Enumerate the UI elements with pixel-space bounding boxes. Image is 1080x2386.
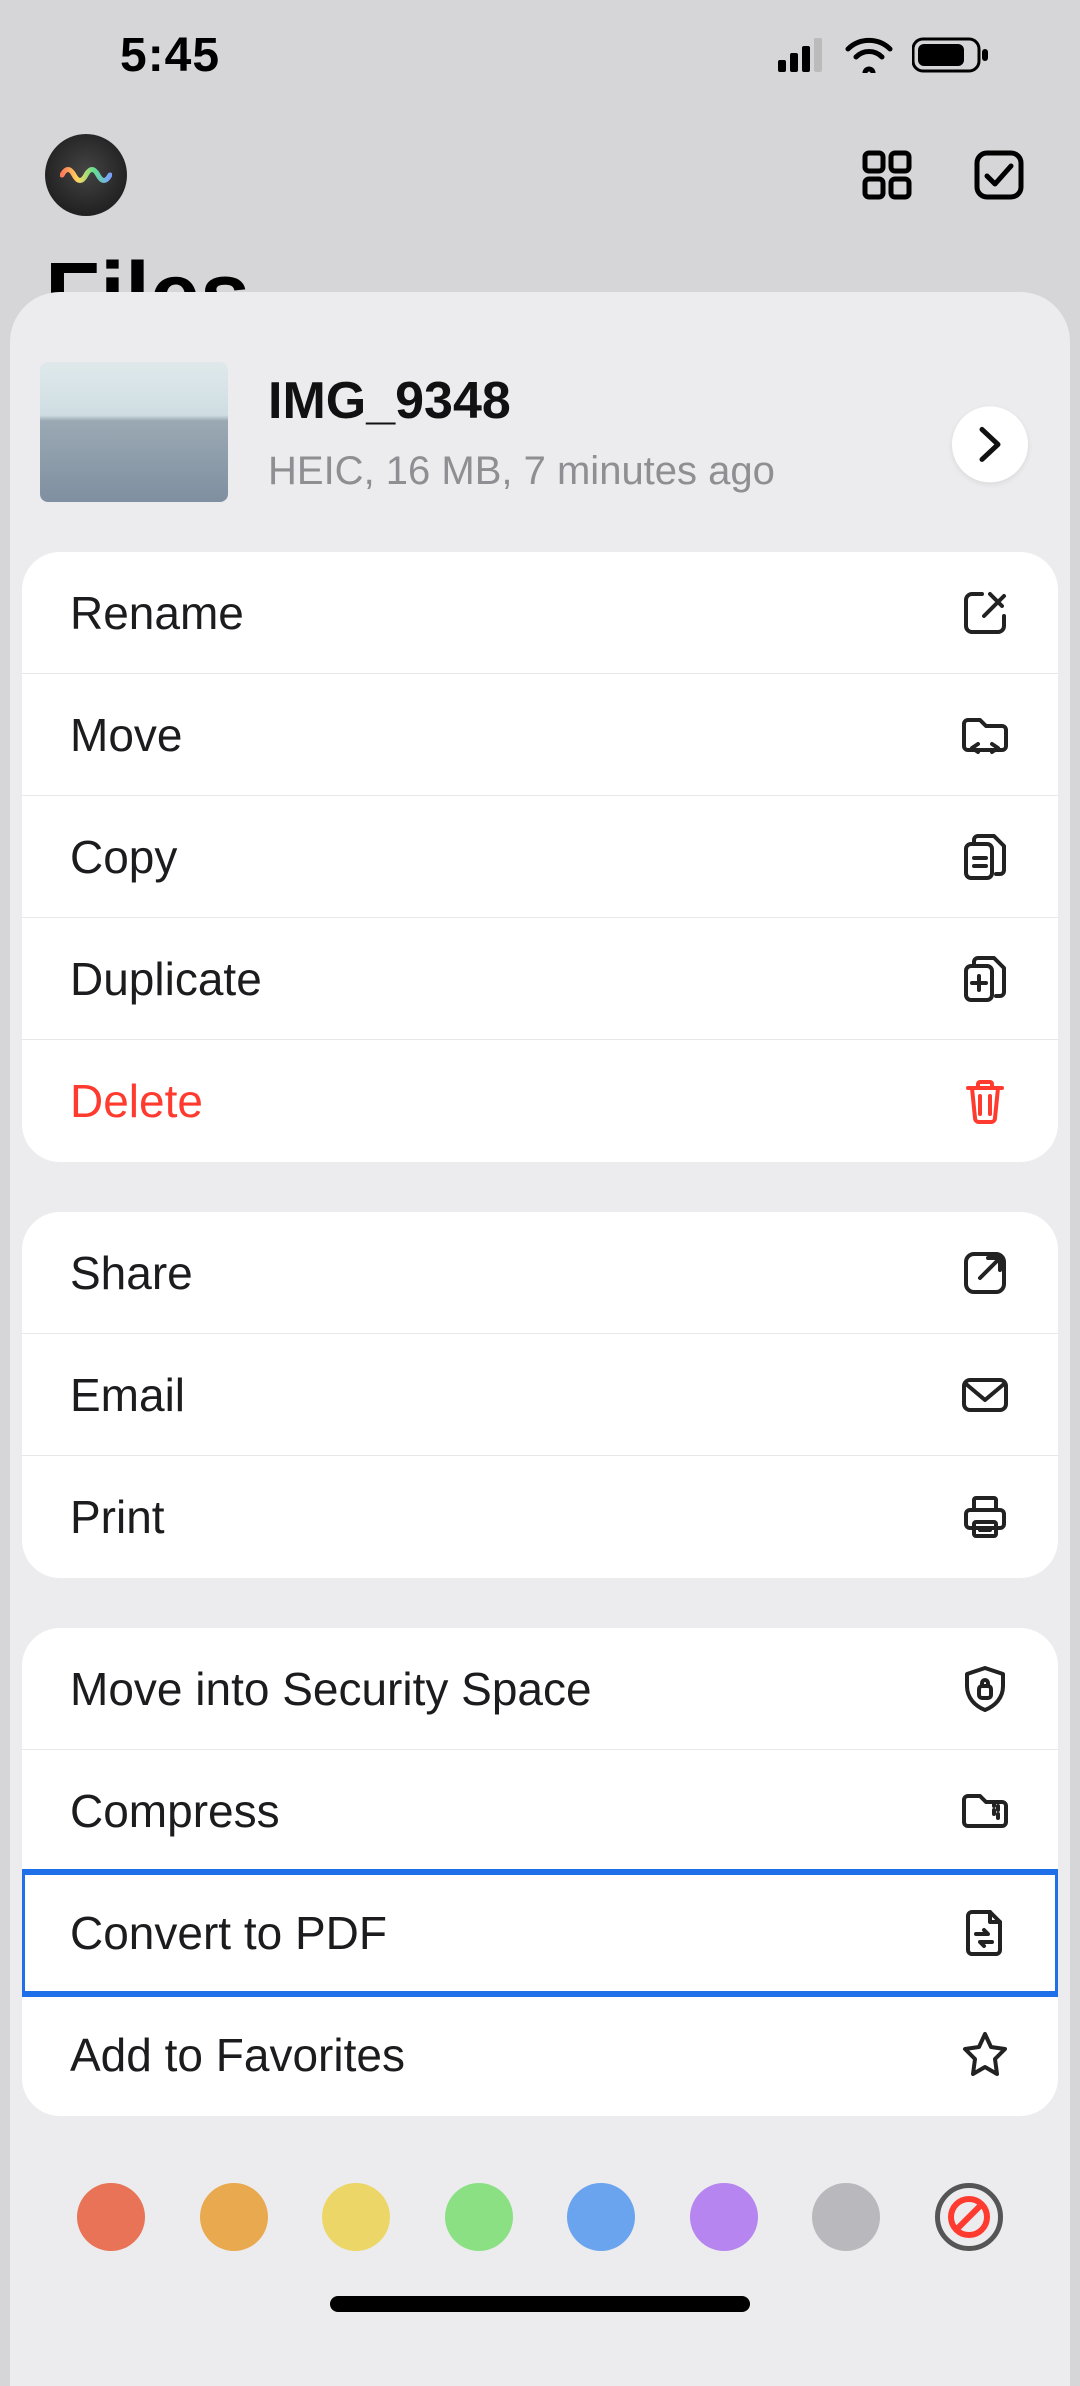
file-meta: HEIC, 16 MB, 7 minutes ago [268,449,775,494]
print-label: Print [70,1490,165,1544]
compress-label: Compress [70,1784,280,1838]
security-label: Move into Security Space [70,1662,592,1716]
star-icon [960,2030,1010,2080]
battery-icon [912,37,990,73]
action-group-file: Rename Move Copy Duplicate Delete [22,552,1058,1162]
doc-copy-icon [960,832,1010,882]
color-tag-5[interactable] [567,2183,635,2251]
cellular-icon [778,38,826,72]
move-row[interactable]: Move [22,674,1058,796]
file-header[interactable]: IMG_9348 HEIC, 16 MB, 7 minutes ago [22,352,1058,552]
duplicate-label: Duplicate [70,952,262,1006]
folder-move-icon [960,710,1010,760]
duplicate-row[interactable]: Duplicate [22,918,1058,1040]
action-sheet: IMG_9348 HEIC, 16 MB, 7 minutes ago Rena… [10,292,1070,2386]
share-row[interactable]: Share [22,1212,1058,1334]
print-row[interactable]: Print [22,1456,1058,1578]
color-tag-3[interactable] [322,2183,390,2251]
color-tag-7[interactable] [812,2183,880,2251]
copy-row[interactable]: Copy [22,796,1058,918]
color-tag-6[interactable] [690,2183,758,2251]
logo-wave-icon [60,162,112,188]
action-group-share: Share Email Print [22,1212,1058,1578]
doc-plus-icon [960,954,1010,1004]
shield-lock-icon [960,1664,1010,1714]
no-color-icon [948,2196,990,2238]
chevron-right-icon [976,425,1004,463]
delete-row[interactable]: Delete [22,1040,1058,1162]
favorite-row[interactable]: Add to Favorites [22,1994,1058,2116]
share-label: Share [70,1246,193,1300]
color-tag-2[interactable] [200,2183,268,2251]
edit-icon [960,588,1010,638]
rename-label: Rename [70,586,244,640]
color-tag-row [10,2183,1070,2251]
select-icon[interactable] [973,149,1025,201]
email-row[interactable]: Email [22,1334,1058,1456]
color-tag-none[interactable] [935,2183,1003,2251]
security-space-row[interactable]: Move into Security Space [22,1628,1058,1750]
delete-label: Delete [70,1074,203,1128]
status-bar: 5:45 [0,0,1080,110]
home-indicator[interactable] [330,2296,750,2312]
favorite-label: Add to Favorites [70,2028,405,2082]
trash-icon [960,1076,1010,1126]
status-indicators [778,37,990,73]
file-thumbnail [40,362,228,502]
compress-row[interactable]: Compress [22,1750,1058,1872]
status-time: 5:45 [120,28,220,83]
file-details-button[interactable] [952,406,1028,482]
convert-pdf-label: Convert to PDF [70,1906,387,1960]
file-name: IMG_9348 [268,371,775,431]
share-out-icon [960,1248,1010,1298]
color-tag-1[interactable] [77,2183,145,2251]
printer-icon [960,1492,1010,1542]
color-tag-4[interactable] [445,2183,513,2251]
convert-pdf-row[interactable]: Convert to PDF [22,1872,1058,1994]
mail-icon [960,1370,1010,1420]
copy-label: Copy [70,830,177,884]
move-label: Move [70,708,182,762]
app-logo[interactable] [45,134,127,216]
grid-view-icon[interactable] [861,149,913,201]
doc-convert-icon [960,1908,1010,1958]
zip-icon [960,1786,1010,1836]
rename-row[interactable]: Rename [22,552,1058,674]
email-label: Email [70,1368,185,1422]
action-group-more: Move into Security Space Compress Conver… [22,1628,1058,2116]
wifi-icon [844,37,894,73]
